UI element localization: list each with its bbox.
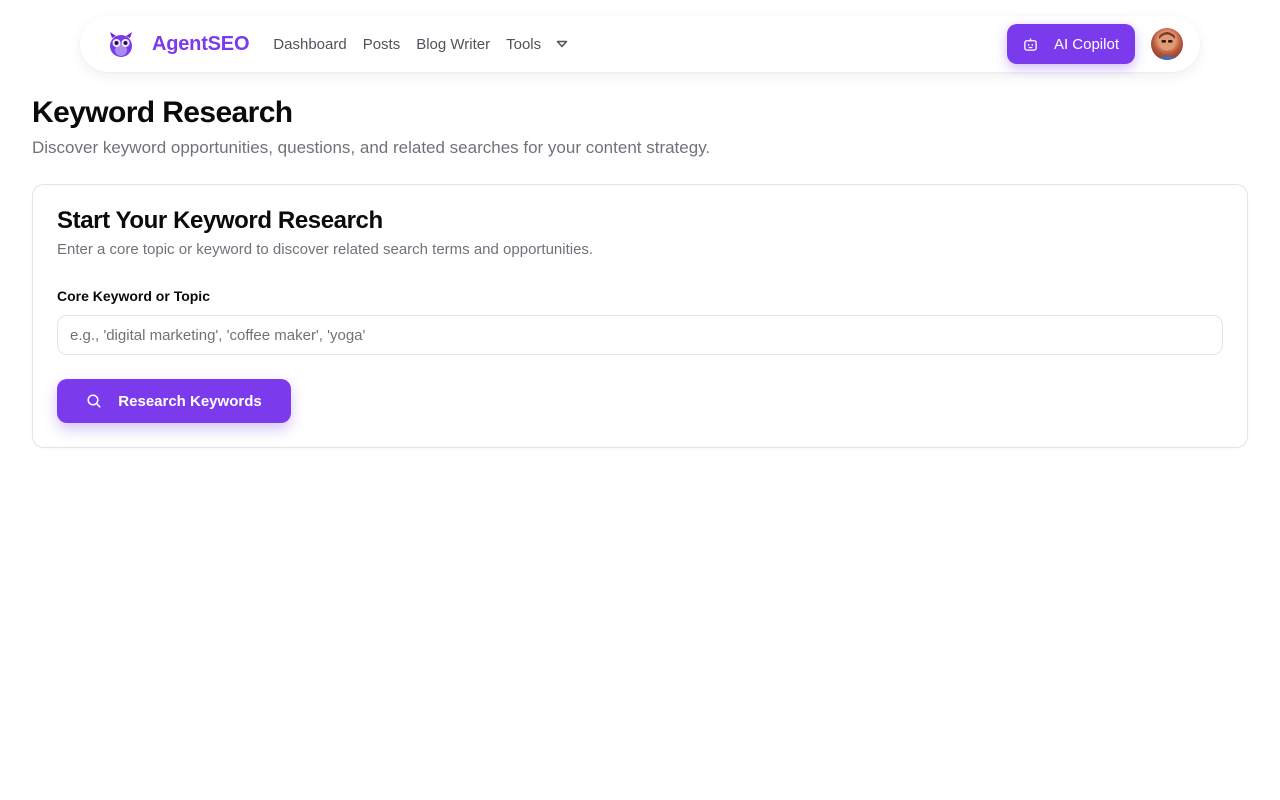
- nav-tools-dropdown[interactable]: Tools: [506, 36, 569, 53]
- brand[interactable]: AgentSEO: [106, 29, 249, 59]
- bot-icon: [1024, 37, 1037, 51]
- nav-links: Dashboard Posts Blog Writer Tools: [273, 36, 569, 53]
- research-keywords-label: Research Keywords: [118, 392, 262, 410]
- card-description: Enter a core topic or keyword to discove…: [57, 241, 594, 258]
- nav-link-blog-writer[interactable]: Blog Writer: [416, 36, 490, 53]
- nav-link-posts[interactable]: Posts: [363, 36, 401, 53]
- research-keywords-button[interactable]: Research Keywords: [57, 379, 291, 423]
- top-navbar: AgentSEO Dashboard Posts Blog Writer Too…: [80, 16, 1200, 72]
- page-title: Keyword Research: [32, 96, 293, 129]
- page-subtitle: Discover keyword opportunities, question…: [32, 138, 711, 157]
- avatar-portrait: [1155, 32, 1179, 60]
- nav-link-dashboard[interactable]: Dashboard: [273, 36, 346, 53]
- chevron-down-icon: [556, 40, 568, 48]
- search-icon: [87, 394, 101, 408]
- user-avatar[interactable]: [1151, 28, 1183, 60]
- card-title: Start Your Keyword Research: [57, 207, 383, 234]
- nav-link-tools: Tools: [506, 35, 542, 53]
- keyword-input[interactable]: [57, 315, 1223, 355]
- keyword-field-label: Core Keyword or Topic: [57, 288, 210, 304]
- owl-icon: [110, 32, 132, 57]
- ai-copilot-button[interactable]: AI Copilot: [1006, 24, 1135, 64]
- brand-name: AgentSEO: [152, 32, 250, 55]
- ai-copilot-label: AI Copilot: [1053, 35, 1119, 53]
- keyword-research-card: Start Your Keyword Research Enter a core…: [32, 184, 1248, 448]
